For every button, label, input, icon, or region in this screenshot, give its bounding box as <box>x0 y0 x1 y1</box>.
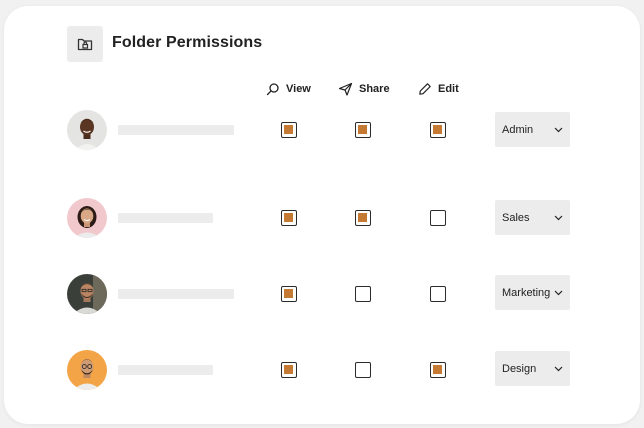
view-checkbox[interactable] <box>281 286 297 302</box>
pencil-icon <box>419 83 431 95</box>
role-dropdown[interactable]: Sales <box>495 200 570 235</box>
column-label-share: Share <box>359 83 390 95</box>
edit-checkbox[interactable] <box>430 286 446 302</box>
role-dropdown[interactable]: Design <box>495 351 570 386</box>
view-checkbox[interactable] <box>281 362 297 378</box>
share-checkbox[interactable] <box>355 286 371 302</box>
chevron-down-icon <box>554 127 563 132</box>
avatar <box>67 350 107 390</box>
edit-checkbox[interactable] <box>430 122 446 138</box>
avatar <box>67 198 107 238</box>
role-dropdown[interactable]: Admin <box>495 112 570 147</box>
send-icon <box>338 82 353 96</box>
column-label-view: View <box>286 83 311 95</box>
column-header-view[interactable]: View <box>266 82 311 96</box>
chevron-down-icon <box>554 215 563 220</box>
view-checkbox[interactable] <box>281 122 297 138</box>
folder-icon-badge <box>67 26 103 62</box>
avatar <box>67 110 107 150</box>
share-checkbox[interactable] <box>355 122 371 138</box>
column-header-share[interactable]: Share <box>338 82 390 96</box>
chevron-down-icon <box>554 366 563 371</box>
role-dropdown-value: Sales <box>502 211 530 224</box>
name-placeholder-bar <box>118 213 213 223</box>
column-header-edit[interactable]: Edit <box>418 82 459 96</box>
column-label-edit: Edit <box>438 83 459 95</box>
avatar <box>67 274 107 314</box>
edit-checkbox[interactable] <box>430 210 446 226</box>
share-checkbox[interactable] <box>355 210 371 226</box>
search-icon <box>266 83 279 96</box>
view-checkbox[interactable] <box>281 210 297 226</box>
page-title: Folder Permissions <box>112 34 263 51</box>
edit-checkbox[interactable] <box>430 362 446 378</box>
chevron-down-icon <box>554 290 563 295</box>
role-dropdown-value: Marketing <box>502 286 551 299</box>
folder-lock-icon <box>77 38 93 51</box>
role-dropdown-value: Admin <box>502 123 534 136</box>
name-placeholder-bar <box>118 365 213 375</box>
share-checkbox[interactable] <box>355 362 371 378</box>
name-placeholder-bar <box>118 289 234 299</box>
role-dropdown[interactable]: Marketing <box>495 275 570 310</box>
name-placeholder-bar <box>118 125 234 135</box>
role-dropdown-value: Design <box>502 362 537 375</box>
